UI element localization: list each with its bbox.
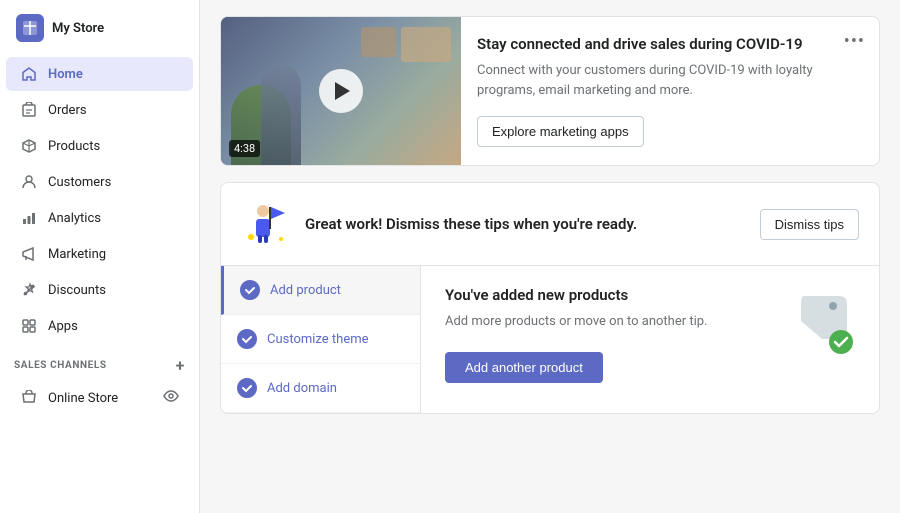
check-customize-theme xyxy=(237,329,257,349)
tips-list: Add product Customize theme Add domain xyxy=(221,266,421,413)
sidebar-item-analytics-label: Analytics xyxy=(48,211,101,226)
video-duration: 4:38 xyxy=(229,140,260,157)
sidebar-item-orders-label: Orders xyxy=(48,103,87,118)
sidebar-item-orders[interactable]: Orders xyxy=(6,93,193,127)
sidebar-item-products[interactable]: Products xyxy=(6,129,193,163)
add-product-label: Add product xyxy=(270,283,341,298)
tips-title: Great work! Dismiss these tips when you'… xyxy=(305,215,637,233)
sidebar-item-customers-label: Customers xyxy=(48,175,111,190)
customers-icon xyxy=(20,173,38,191)
sidebar-item-online-store[interactable]: Online Store xyxy=(6,380,193,416)
sidebar-item-discounts-label: Discounts xyxy=(48,283,106,298)
sidebar-item-marketing-label: Marketing xyxy=(48,247,106,262)
sidebar: My Store Home Orders Products xyxy=(0,0,200,513)
explore-marketing-apps-button[interactable]: Explore marketing apps xyxy=(477,116,644,147)
sidebar-item-discounts[interactable]: Discounts xyxy=(6,273,193,307)
video-description: Connect with your customers during COVID… xyxy=(477,61,863,100)
products-icon xyxy=(20,137,38,155)
tips-list-item-add-product[interactable]: Add product xyxy=(221,266,420,315)
online-store-left: Online Store xyxy=(20,389,118,407)
tips-card: Great work! Dismiss these tips when you'… xyxy=(220,182,880,414)
sidebar-item-analytics[interactable]: Analytics xyxy=(6,201,193,235)
analytics-icon xyxy=(20,209,38,227)
apps-icon xyxy=(20,317,38,335)
tips-list-item-customize-theme[interactable]: Customize theme xyxy=(221,315,420,364)
sidebar-item-apps[interactable]: Apps xyxy=(6,309,193,343)
add-domain-label: Add domain xyxy=(267,381,337,396)
video-content: ••• Stay connected and drive sales durin… xyxy=(461,17,879,165)
tips-body: Add product Customize theme Add domain xyxy=(221,266,879,413)
video-thumbnail[interactable]: 4:38 xyxy=(221,17,461,165)
video-card: 4:38 ••• Stay connected and drive sales … xyxy=(220,16,880,166)
store-logo-icon xyxy=(16,14,44,42)
tips-header: Great work! Dismiss these tips when you'… xyxy=(221,183,879,266)
tips-header-left: Great work! Dismiss these tips when you'… xyxy=(241,199,637,249)
sidebar-item-apps-label: Apps xyxy=(48,319,78,334)
online-store-icon xyxy=(20,389,38,407)
sidebar-item-home-label: Home xyxy=(48,67,83,82)
video-play-button[interactable] xyxy=(319,69,363,113)
eye-icon[interactable] xyxy=(163,388,179,408)
discounts-icon xyxy=(20,281,38,299)
orders-icon xyxy=(20,101,38,119)
video-more-button[interactable]: ••• xyxy=(844,31,865,52)
sidebar-item-customers[interactable]: Customers xyxy=(6,165,193,199)
check-add-product xyxy=(240,280,260,300)
marketing-icon xyxy=(20,245,38,263)
tips-detail: You've added new products Add more produ… xyxy=(421,266,879,413)
check-add-domain xyxy=(237,378,257,398)
online-store-label: Online Store xyxy=(48,391,118,406)
add-another-product-button[interactable]: Add another product xyxy=(445,352,603,383)
sales-channels-header: SALES CHANNELS + xyxy=(0,344,199,379)
sidebar-logo: My Store xyxy=(0,0,199,56)
dismiss-tips-button[interactable]: Dismiss tips xyxy=(760,209,859,240)
tag-checkmark-icon xyxy=(789,286,859,356)
main-content: 4:38 ••• Stay connected and drive sales … xyxy=(200,0,900,513)
add-channel-button[interactable]: + xyxy=(176,356,185,375)
customize-theme-label: Customize theme xyxy=(267,332,369,347)
sidebar-item-products-label: Products xyxy=(48,139,100,154)
home-icon xyxy=(20,65,38,83)
sidebar-item-home[interactable]: Home xyxy=(6,57,193,91)
store-name: My Store xyxy=(52,21,104,36)
tips-list-item-add-domain[interactable]: Add domain xyxy=(221,364,420,413)
tips-flag-icon xyxy=(241,199,291,249)
sidebar-item-marketing[interactable]: Marketing xyxy=(6,237,193,271)
video-title: Stay connected and drive sales during CO… xyxy=(477,35,863,53)
